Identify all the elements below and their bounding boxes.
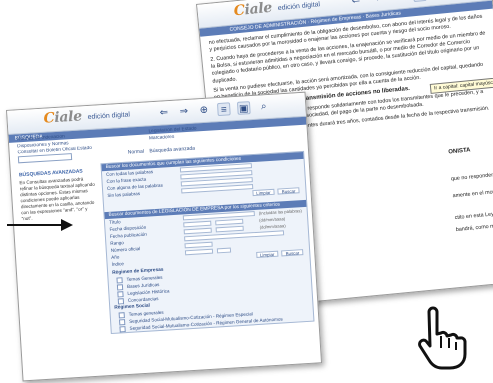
print-icon[interactable]: ▣ xyxy=(236,101,251,115)
tab-advanced[interactable]: Búsqueda avanzada xyxy=(149,146,195,155)
field-label: Título xyxy=(108,219,121,225)
back-arrow-icon[interactable]: ⇐ xyxy=(349,0,363,8)
tab-normal[interactable]: Normal xyxy=(128,149,144,156)
ciale-logo: Ciale xyxy=(233,0,273,20)
field-label: Año xyxy=(111,254,120,260)
search-icon[interactable]: ⌕ xyxy=(257,100,271,114)
text-fragment: amente en el momento xyxy=(452,188,493,200)
composite-illustration: Ciale edición digital ⇐ ⇒ ⊕ ≡ ▣ ⌕ ? CONS… xyxy=(0,0,493,383)
forward-arrow-icon[interactable]: ⇒ xyxy=(177,105,191,119)
section-heading: ONISTA xyxy=(448,147,471,156)
back-arrow-icon[interactable]: ⇐ xyxy=(157,106,171,120)
text-fragment: bandrá, como mínimo, xyxy=(455,222,493,234)
clear-button[interactable]: Limpiar xyxy=(255,250,279,259)
pointer-arrow-icon xyxy=(7,219,73,231)
text-fragment: ctito en esta Ley o en xyxy=(454,210,493,222)
text-fragment: que no responder a xyxy=(450,172,493,183)
edition-label: edición digital xyxy=(87,111,131,122)
search-window: Ciale edición digital ⇐ ⇒ ⊕ ≡ ▣ ⌕ BÚSQUE… xyxy=(6,91,323,382)
advanced-search-form: Buscar los documentos que cumplan las si… xyxy=(100,150,315,335)
mode-tabs: Normal Búsqueda avanzada xyxy=(128,146,196,156)
zoom-icon[interactable]: ⊕ xyxy=(197,104,211,118)
field-label: Rango xyxy=(110,240,125,246)
zoom-icon[interactable]: ⊕ xyxy=(391,0,405,4)
search-button[interactable]: Buscar xyxy=(281,249,304,257)
clear-button[interactable]: Limpiar xyxy=(252,188,275,197)
forward-arrow-icon[interactable]: ⇒ xyxy=(369,0,383,6)
field-label: Índice xyxy=(111,261,125,267)
ciale-logo: Ciale xyxy=(43,108,83,127)
bookmarks-icon[interactable]: ≡ xyxy=(412,0,427,3)
year-to-select[interactable] xyxy=(216,247,232,254)
search-button[interactable]: Buscar xyxy=(277,187,300,195)
edition-label: edición digital xyxy=(277,1,321,13)
hand-cursor-icon xyxy=(418,306,467,370)
list-icon[interactable]: ≡ xyxy=(216,102,231,117)
